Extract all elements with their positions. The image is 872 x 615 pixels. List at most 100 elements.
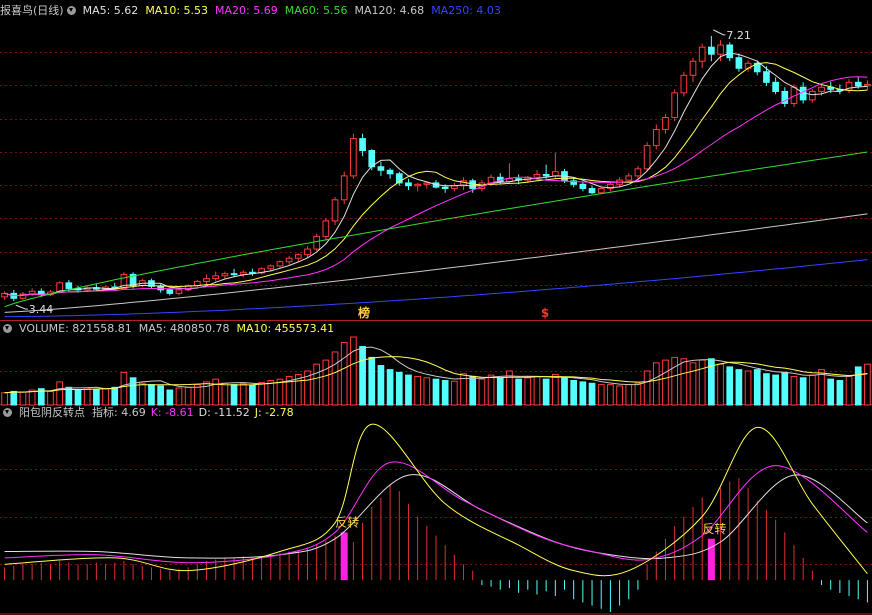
volume-bar xyxy=(47,390,54,406)
candle xyxy=(331,196,339,226)
volume-bar xyxy=(19,391,27,406)
volume-bar xyxy=(432,378,440,406)
candle-body xyxy=(588,188,596,194)
candle xyxy=(368,149,376,171)
candle xyxy=(671,89,678,122)
candle-body xyxy=(230,273,238,276)
volume-bar xyxy=(561,377,568,406)
volume-bar xyxy=(359,346,366,406)
candle-body xyxy=(331,199,339,222)
indicator-value-k: K: -8.61 xyxy=(150,406,194,419)
indicator-value-j: J: -2.78 xyxy=(254,406,294,419)
candle-body xyxy=(405,182,412,187)
candle-body xyxy=(65,282,73,289)
candle-body xyxy=(304,248,311,256)
volume-bar xyxy=(845,375,853,406)
dropdown-circle-icon[interactable] xyxy=(3,324,12,333)
volume-bar xyxy=(772,374,779,406)
volume-bar xyxy=(377,365,385,406)
volume-bar xyxy=(138,382,146,406)
volume-bar xyxy=(607,384,614,406)
reversal-signal-bar xyxy=(340,532,348,581)
dropdown-circle-icon[interactable] xyxy=(3,408,12,417)
volume-bar xyxy=(588,382,596,406)
candle-body xyxy=(717,44,724,55)
volume-bar xyxy=(368,356,376,406)
candle xyxy=(350,133,357,179)
volume-bar xyxy=(570,380,578,406)
candle-body xyxy=(359,138,366,152)
candle-body xyxy=(698,46,706,62)
volume-bar xyxy=(790,375,798,406)
ma-value-ma5: MA5: 5.62 xyxy=(82,4,139,17)
candle-body xyxy=(414,183,421,187)
volume-bar xyxy=(414,375,421,406)
volume-bar xyxy=(267,380,275,406)
volume-bar xyxy=(597,384,605,406)
candle-body xyxy=(726,44,734,59)
price-panel-header: 报喜鸟(日线) MA5: 5.62 MA10: 5.53 MA20: 5.69 MA60… xyxy=(0,3,508,19)
candle-body xyxy=(662,116,669,130)
volume-bar xyxy=(322,359,330,406)
candle-body xyxy=(368,150,376,168)
volume-bar xyxy=(726,366,734,406)
candle-body xyxy=(818,86,825,92)
volume-bar xyxy=(249,384,256,406)
volume-bar xyxy=(120,371,128,406)
volume-bar xyxy=(212,378,220,406)
volume-bar xyxy=(717,363,724,406)
indicator-title: 阳包阴反转点 xyxy=(19,406,85,419)
dropdown-circle-icon[interactable] xyxy=(66,6,76,15)
volume-bar xyxy=(1,392,8,406)
volume-bar xyxy=(744,370,752,406)
candle-body xyxy=(175,289,183,294)
candle-body xyxy=(680,74,688,94)
ma-value-ma120: MA120: 4.68 xyxy=(354,4,425,17)
candle-body xyxy=(350,138,357,177)
indicator-value-d: D: -11.52 xyxy=(198,406,250,419)
candle xyxy=(340,171,348,205)
candle-body xyxy=(542,173,550,177)
candle-body xyxy=(212,275,220,280)
volume-bar xyxy=(395,371,403,406)
candle-body xyxy=(377,166,385,171)
volume-bar xyxy=(258,382,265,406)
volume-bar xyxy=(542,378,550,406)
volume-bar xyxy=(634,382,642,406)
volume-bar xyxy=(763,373,770,406)
candle-body xyxy=(643,145,651,170)
volume-bar xyxy=(129,377,137,406)
candle-body xyxy=(808,90,816,101)
low-price-label: 3.44 xyxy=(29,303,54,316)
volume-bar xyxy=(799,377,807,406)
volume-bar xyxy=(65,386,73,406)
volume-bar xyxy=(423,377,431,406)
high-price-label: 7.21 xyxy=(726,29,751,42)
indicator-panel-header: 阳包阴反转点 指标: 4.69 K: -8.61 D: -11.52 J: -2.78 xyxy=(0,405,299,421)
volume-bar xyxy=(671,356,678,406)
volume-bar xyxy=(313,363,321,406)
volume-value-ma5: MA5: 480850.78 xyxy=(138,322,230,335)
volume-bar xyxy=(735,369,743,406)
reversal-signal-bar xyxy=(707,538,715,581)
volume-bar xyxy=(524,377,532,406)
candle-body xyxy=(166,289,174,294)
indicator-value-main: 指标: 4.69 xyxy=(92,406,146,419)
volume-bar xyxy=(184,386,192,406)
ma-value-ma20: MA20: 5.69 xyxy=(215,4,278,17)
ma-value-ma60: MA60: 5.56 xyxy=(284,4,348,17)
candle-body xyxy=(441,186,449,190)
volume-bar xyxy=(10,390,18,406)
volume-bar xyxy=(83,387,91,406)
ma-value-ma250: MA250: 4.03 xyxy=(431,4,501,17)
volume-bar xyxy=(689,362,697,406)
volume-bar xyxy=(625,384,633,406)
candle-body xyxy=(239,271,247,275)
volume-panel-header: VOLUME: 821558.81 MA5: 480850.78 MA10: 455… xyxy=(0,321,341,337)
volume-bar xyxy=(478,378,486,406)
candle-body xyxy=(221,273,229,277)
candle-body xyxy=(267,265,275,270)
volume-bar xyxy=(781,371,789,406)
volume-bar xyxy=(616,385,623,406)
candle-body xyxy=(28,290,36,295)
